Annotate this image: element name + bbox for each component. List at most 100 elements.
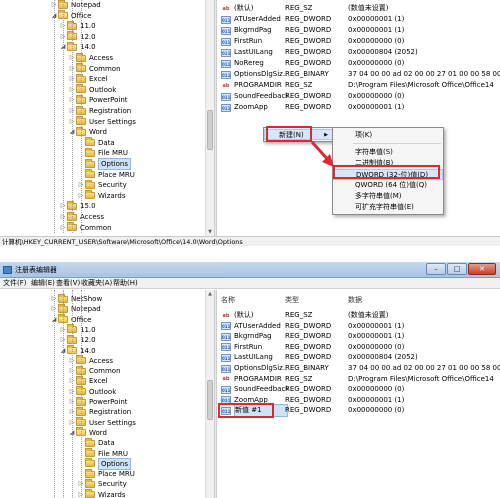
- tree-node[interactable]: ▷ Common: [68, 365, 121, 376]
- tree-scrollbar[interactable]: ▼: [205, 0, 214, 236]
- string-value-icon: ab: [222, 82, 230, 89]
- tree-node-label: Access: [89, 356, 113, 365]
- tree-node[interactable]: ▷ Registration: [68, 105, 131, 116]
- close-button[interactable]: ✕: [468, 263, 496, 275]
- tree-node[interactable]: Data: [77, 137, 115, 148]
- value-list[interactable]: 名称 类型 数据 ab (默认) REG_SZ (数值未设置) 011 ATUserAdd…: [217, 290, 500, 498]
- value-type: REG_SZ: [285, 374, 313, 383]
- menu-1[interactable]: 编辑(E): [31, 278, 55, 289]
- value-data: D:\Program Files\Microsoft Office\Office…: [348, 81, 494, 89]
- value-type: REG_SZ: [285, 4, 313, 12]
- column-header-name[interactable]: 名称: [221, 295, 235, 306]
- tree-node[interactable]: ▷ PowerPoint: [68, 94, 128, 105]
- tree-node-label: 14.0: [80, 43, 96, 52]
- value-row[interactable]: 011 OptionsDlgSiz... REG_BINARY 37 04 00 00…: [217, 363, 500, 374]
- tree-node[interactable]: ▷ Notepad: [50, 303, 101, 314]
- tree-node-label: Options: [98, 457, 132, 470]
- submenu-item[interactable]: 项(K): [333, 130, 443, 141]
- value-row[interactable]: 011 LastUILang REG_DWORD 0x00000804 (2052): [217, 352, 500, 363]
- scroll-up-icon[interactable]: ▲: [206, 290, 214, 298]
- tree-node[interactable]: ▷ PowerPoint: [68, 396, 128, 407]
- tree-node[interactable]: ▷ Notepad: [50, 0, 101, 10]
- maximize-button[interactable]: □: [447, 263, 467, 275]
- tree-node[interactable]: ▷ 11.0: [59, 20, 96, 31]
- value-row[interactable]: ab (默认) REG_SZ (数值未设置): [217, 310, 500, 321]
- tree-node[interactable]: ▷ Common: [68, 63, 121, 74]
- tree-node[interactable]: ▷ 11.0: [59, 324, 96, 335]
- scrollbar-thumb[interactable]: [207, 110, 213, 150]
- tree-node[interactable]: ▷ Security: [77, 478, 127, 489]
- value-row[interactable]: ab PROGRAMDIR REG_SZ D:\Program Files\Micro…: [217, 80, 500, 91]
- tree-node[interactable]: ▷ 12.0: [59, 31, 96, 42]
- submenu-item[interactable]: 字符串值(S): [333, 147, 443, 158]
- tree-node[interactable]: Place MRU: [77, 468, 135, 479]
- value-row[interactable]: ab PROGRAMDIR REG_SZ D:\Program Files\Micro…: [217, 374, 500, 385]
- registry-tree[interactable]: ▷ Notepad ◢ Office ▷ 11.0 ▷ 12.0 ◢ 14.0 ▷ Access ▷ Co…: [0, 0, 214, 236]
- tree-node[interactable]: ◢ 14.0: [59, 345, 96, 356]
- tree-node[interactable]: ▷ Excel: [68, 73, 108, 84]
- tree-node[interactable]: ◢ Office: [50, 10, 91, 21]
- value-row[interactable]: 011 BkgrndPag REG_DWORD 0x00000001 (1): [217, 331, 500, 342]
- value-row[interactable]: 011 ATUserAdded REG_DWORD 0x00000001 (1): [217, 14, 500, 25]
- value-row[interactable]: 011 BkgrndPag REG_DWORD 0x00000001 (1): [217, 25, 500, 36]
- tree-node[interactable]: ▷ Registration: [68, 406, 131, 417]
- tree-node[interactable]: ▷ Wizards: [77, 489, 126, 498]
- tree-node[interactable]: ◢ Word: [68, 126, 107, 137]
- menu-0[interactable]: 文件(F): [3, 278, 27, 289]
- tree-scrollbar[interactable]: ▲: [205, 290, 214, 498]
- value-row[interactable]: 011 OptionsDlgSiz... REG_BINARY 37 04 00 00…: [217, 69, 500, 80]
- submenu-item[interactable]: 多字符串值(M): [333, 191, 443, 202]
- scrollbar-thumb[interactable]: [207, 380, 213, 420]
- tree-node[interactable]: ▷ Access: [68, 52, 113, 63]
- submenu-item[interactable]: 可扩充字符串值(E): [333, 202, 443, 213]
- value-row[interactable]: 011 SoundFeedback REG_DWORD 0x00000000 (0): [217, 91, 500, 102]
- tree-node[interactable]: Options: [77, 158, 132, 170]
- menu-4[interactable]: 帮助(H): [113, 278, 138, 289]
- folder-icon: [85, 489, 95, 498]
- scroll-down-icon[interactable]: ▼: [206, 228, 214, 236]
- tree-node[interactable]: Data: [77, 437, 115, 448]
- folder-icon: [85, 468, 95, 478]
- tree-node[interactable]: ▷ 15.0: [59, 200, 96, 211]
- value-row[interactable]: 011 FirstRun REG_DWORD 0x00000000 (0): [217, 36, 500, 47]
- value-type: REG_DWORD: [285, 59, 332, 67]
- tree-node[interactable]: ▷ User Settings: [68, 417, 136, 428]
- tree-node[interactable]: ▷ Security: [77, 179, 127, 190]
- tree-node[interactable]: ▷ Access: [68, 355, 113, 366]
- value-row[interactable]: 011 NoRereg REG_DWORD 0x00000000 (0): [217, 58, 500, 69]
- registry-tree[interactable]: ▷ NetShow ▷ Notepad ◢ Office ▷ 11.0 ▷ 12.0 ◢ 14.0 ▷ A…: [0, 290, 214, 498]
- value-data: 0x00000804 (2052): [348, 353, 418, 362]
- value-data: 37 04 00 00 ad 02 00 00 27 01 00 00 58 0…: [348, 364, 500, 372]
- tree-node[interactable]: ▷ 12.0: [59, 334, 96, 345]
- submenu-item-label: 多字符串值(M): [355, 192, 402, 200]
- tree-guide-line: [72, 0, 73, 234]
- value-row[interactable]: 011 ATUserAdded REG_DWORD 0x00000001 (1): [217, 321, 500, 332]
- tree-node[interactable]: ◢ Word: [68, 427, 107, 438]
- tree-node-label: PowerPoint: [89, 96, 128, 105]
- menu-3[interactable]: 收藏夹(A): [81, 278, 112, 289]
- tree-node[interactable]: ▷ Common: [59, 222, 112, 233]
- column-header-type[interactable]: 类型: [285, 295, 299, 306]
- highlight-box-dword: [333, 165, 440, 179]
- value-row[interactable]: 011 FirstRun REG_DWORD 0x00000000 (0): [217, 342, 500, 353]
- tree-node[interactable]: ▷ User Settings: [68, 116, 136, 127]
- tree-node[interactable]: ▷ Outlook: [68, 84, 116, 95]
- tree-node[interactable]: Options: [77, 457, 132, 470]
- menu-2[interactable]: 查看(V): [56, 278, 80, 289]
- submenu-item[interactable]: QWORD (64 位)值(Q): [333, 180, 443, 191]
- tree-node[interactable]: ▷ Excel: [68, 375, 108, 386]
- tree-node[interactable]: ▷ Wizards: [77, 190, 126, 201]
- tree-node[interactable]: ▷ NetShow: [50, 293, 102, 304]
- tree-node[interactable]: ◢ 14.0: [59, 41, 96, 52]
- value-type: REG_DWORD: [285, 342, 332, 351]
- minimize-button[interactable]: –: [426, 263, 446, 275]
- value-row[interactable]: 011 ZoomApp REG_DWORD 0x00000001 (1): [217, 102, 500, 113]
- value-row[interactable]: 011 LastUILang REG_DWORD 0x00000804 (2052): [217, 47, 500, 58]
- column-header-data[interactable]: 数据: [348, 295, 362, 306]
- value-row[interactable]: 011 SoundFeedback REG_DWORD 0x00000000 (0): [217, 384, 500, 395]
- tree-node[interactable]: ◢ Office: [50, 314, 91, 325]
- tree-node[interactable]: Place MRU: [77, 169, 135, 180]
- tree-node[interactable]: File MRU: [77, 147, 128, 158]
- tree-node[interactable]: ▷ Outlook: [68, 386, 116, 397]
- value-row[interactable]: ab (默认) REG_SZ (数值未设置): [217, 3, 500, 14]
